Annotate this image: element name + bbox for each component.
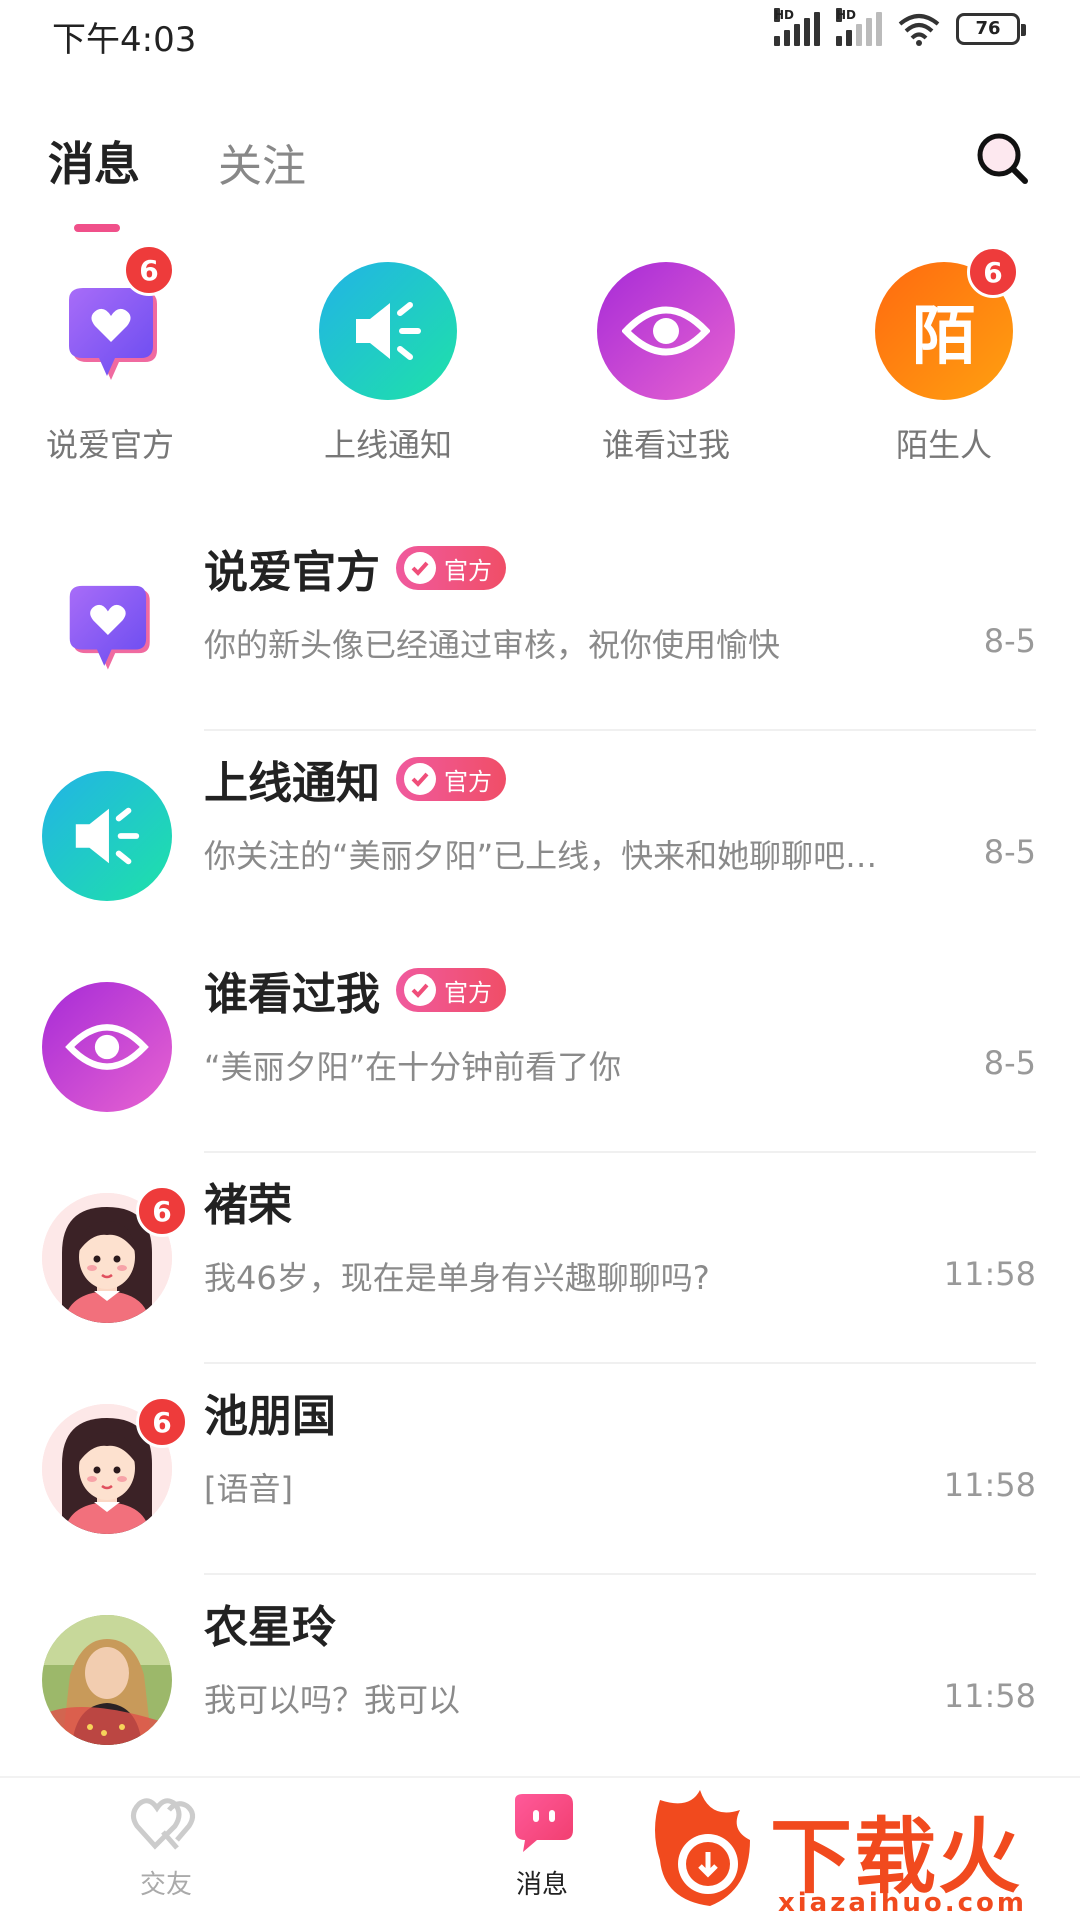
- avatar: [42, 560, 172, 690]
- shortcut-online-notice[interactable]: 上线通知: [278, 262, 498, 466]
- photo-avatar-icon: [42, 1615, 172, 1745]
- top-tabs: 消息 关注: [48, 128, 384, 232]
- status-bar: 下午4:03 HD HD 76: [0, 0, 1080, 66]
- search-button[interactable]: [972, 128, 1032, 188]
- nav-label: 交友: [139, 1870, 192, 1900]
- message-time: 11:58: [943, 1466, 1036, 1504]
- tab-following[interactable]: 关注: [218, 130, 306, 194]
- signal-icon-2: HD: [836, 8, 882, 46]
- official-tag: 官方: [396, 757, 506, 801]
- contact-name: 农星玲: [204, 1602, 336, 1653]
- watermark: 下载火 xiazaihuo.com: [640, 1776, 1080, 1920]
- avatar: [42, 1615, 172, 1745]
- signal-icon: HD: [774, 8, 820, 46]
- shortcut-who-viewed-me[interactable]: 谁看过我: [556, 262, 776, 466]
- contact-name: 池朋国: [204, 1391, 336, 1442]
- speaker-icon: [319, 262, 457, 400]
- tab-active-indicator: [74, 224, 120, 232]
- message-preview: [语音]: [204, 1470, 293, 1508]
- message-time: 8-5: [983, 833, 1036, 871]
- avatar: 6: [42, 1185, 188, 1323]
- contact-name: 上线通知 官方: [204, 747, 506, 811]
- contact-name: 谁看过我 官方: [204, 958, 506, 1022]
- status-icons: HD HD 76: [774, 8, 1026, 46]
- chat-bubble-icon: [515, 1794, 573, 1852]
- conversation-list: 说爱官方 官方 你的新头像已经通过审核，祝你使用愉快 8-5 上线通知 官方 你…: [0, 520, 1080, 1786]
- conversation-row[interactable]: 农星玲 我可以吗？我可以 11:58: [0, 1575, 1080, 1786]
- shortcut-row: 6 说爱官方 上线通知 谁看过我 陌 6 陌生人: [0, 244, 1080, 482]
- flame-logo-icon: [655, 1790, 750, 1906]
- badge-count: 6: [967, 246, 1019, 298]
- official-tag: 官方: [396, 968, 506, 1012]
- badge-count: 6: [136, 1396, 188, 1448]
- message-time: 11:58: [943, 1677, 1036, 1715]
- stranger-icon: 陌 6: [875, 246, 1019, 400]
- message-time: 8-5: [983, 622, 1036, 660]
- conversation-row[interactable]: 说爱官方 官方 你的新头像已经通过审核，祝你使用愉快 8-5: [0, 520, 1080, 731]
- battery-icon: 76: [956, 13, 1026, 45]
- shortcut-label: 说爱官方: [45, 426, 174, 464]
- official-tag: 官方: [396, 546, 506, 590]
- heart-bubble-icon: 6: [41, 244, 179, 400]
- shortcut-label: 谁看过我: [601, 426, 730, 464]
- message-time: 8-5: [983, 1044, 1036, 1082]
- shortcut-official[interactable]: 6 说爱官方: [0, 244, 220, 466]
- nav-label: 消息: [515, 1870, 568, 1900]
- speaker-icon: [42, 771, 172, 901]
- contact-name: 说爱官方 官方: [204, 536, 506, 600]
- message-time: 11:58: [943, 1255, 1036, 1293]
- nav-friends[interactable]: 交友: [86, 1792, 246, 1901]
- message-preview: “美丽夕阳”在十分钟前看了你: [204, 1048, 622, 1086]
- conversation-row[interactable]: 6 褚荣 我46岁，现在是单身有兴趣聊聊吗? 11:58: [0, 1153, 1080, 1364]
- nav-messages[interactable]: 消息: [462, 1792, 622, 1901]
- conversation-row[interactable]: 6 池朋国 [语音] 11:58: [0, 1364, 1080, 1575]
- shortcut-label: 陌生人: [895, 426, 992, 464]
- verified-icon: [404, 974, 436, 1006]
- avatar: 6: [42, 1396, 188, 1534]
- heart-bubble-icon: [69, 585, 150, 670]
- message-preview: 你关注的“美丽夕阳”已上线，快来和她聊聊吧…: [204, 837, 878, 875]
- eye-icon: [42, 982, 172, 1112]
- tab-messages[interactable]: 消息: [48, 128, 140, 232]
- badge-count: 6: [123, 244, 175, 296]
- badge-count: 6: [136, 1185, 188, 1237]
- message-preview: 你的新头像已经通过审核，祝你使用愉快: [204, 626, 781, 664]
- wifi-icon: [898, 14, 940, 46]
- eye-icon: [597, 262, 735, 400]
- message-preview: 我可以吗？我可以: [204, 1681, 461, 1719]
- conversation-row[interactable]: 上线通知 官方 你关注的“美丽夕阳”已上线，快来和她聊聊吧… 8-5: [0, 731, 1080, 942]
- verified-icon: [404, 763, 436, 795]
- conversation-row[interactable]: 谁看过我 官方 “美丽夕阳”在十分钟前看了你 8-5: [0, 942, 1080, 1153]
- status-time: 下午4:03: [52, 20, 197, 60]
- hearts-outline-icon: [131, 1798, 195, 1850]
- shortcut-label: 上线通知: [323, 426, 452, 464]
- contact-name: 褚荣: [204, 1180, 292, 1231]
- search-icon: [977, 133, 1028, 184]
- watermark-url: xiazaihuo.com: [778, 1888, 1027, 1918]
- verified-icon: [404, 552, 436, 584]
- message-preview: 我46岁，现在是单身有兴趣聊聊吗?: [204, 1259, 710, 1297]
- shortcut-strangers[interactable]: 陌 6 陌生人: [834, 246, 1054, 466]
